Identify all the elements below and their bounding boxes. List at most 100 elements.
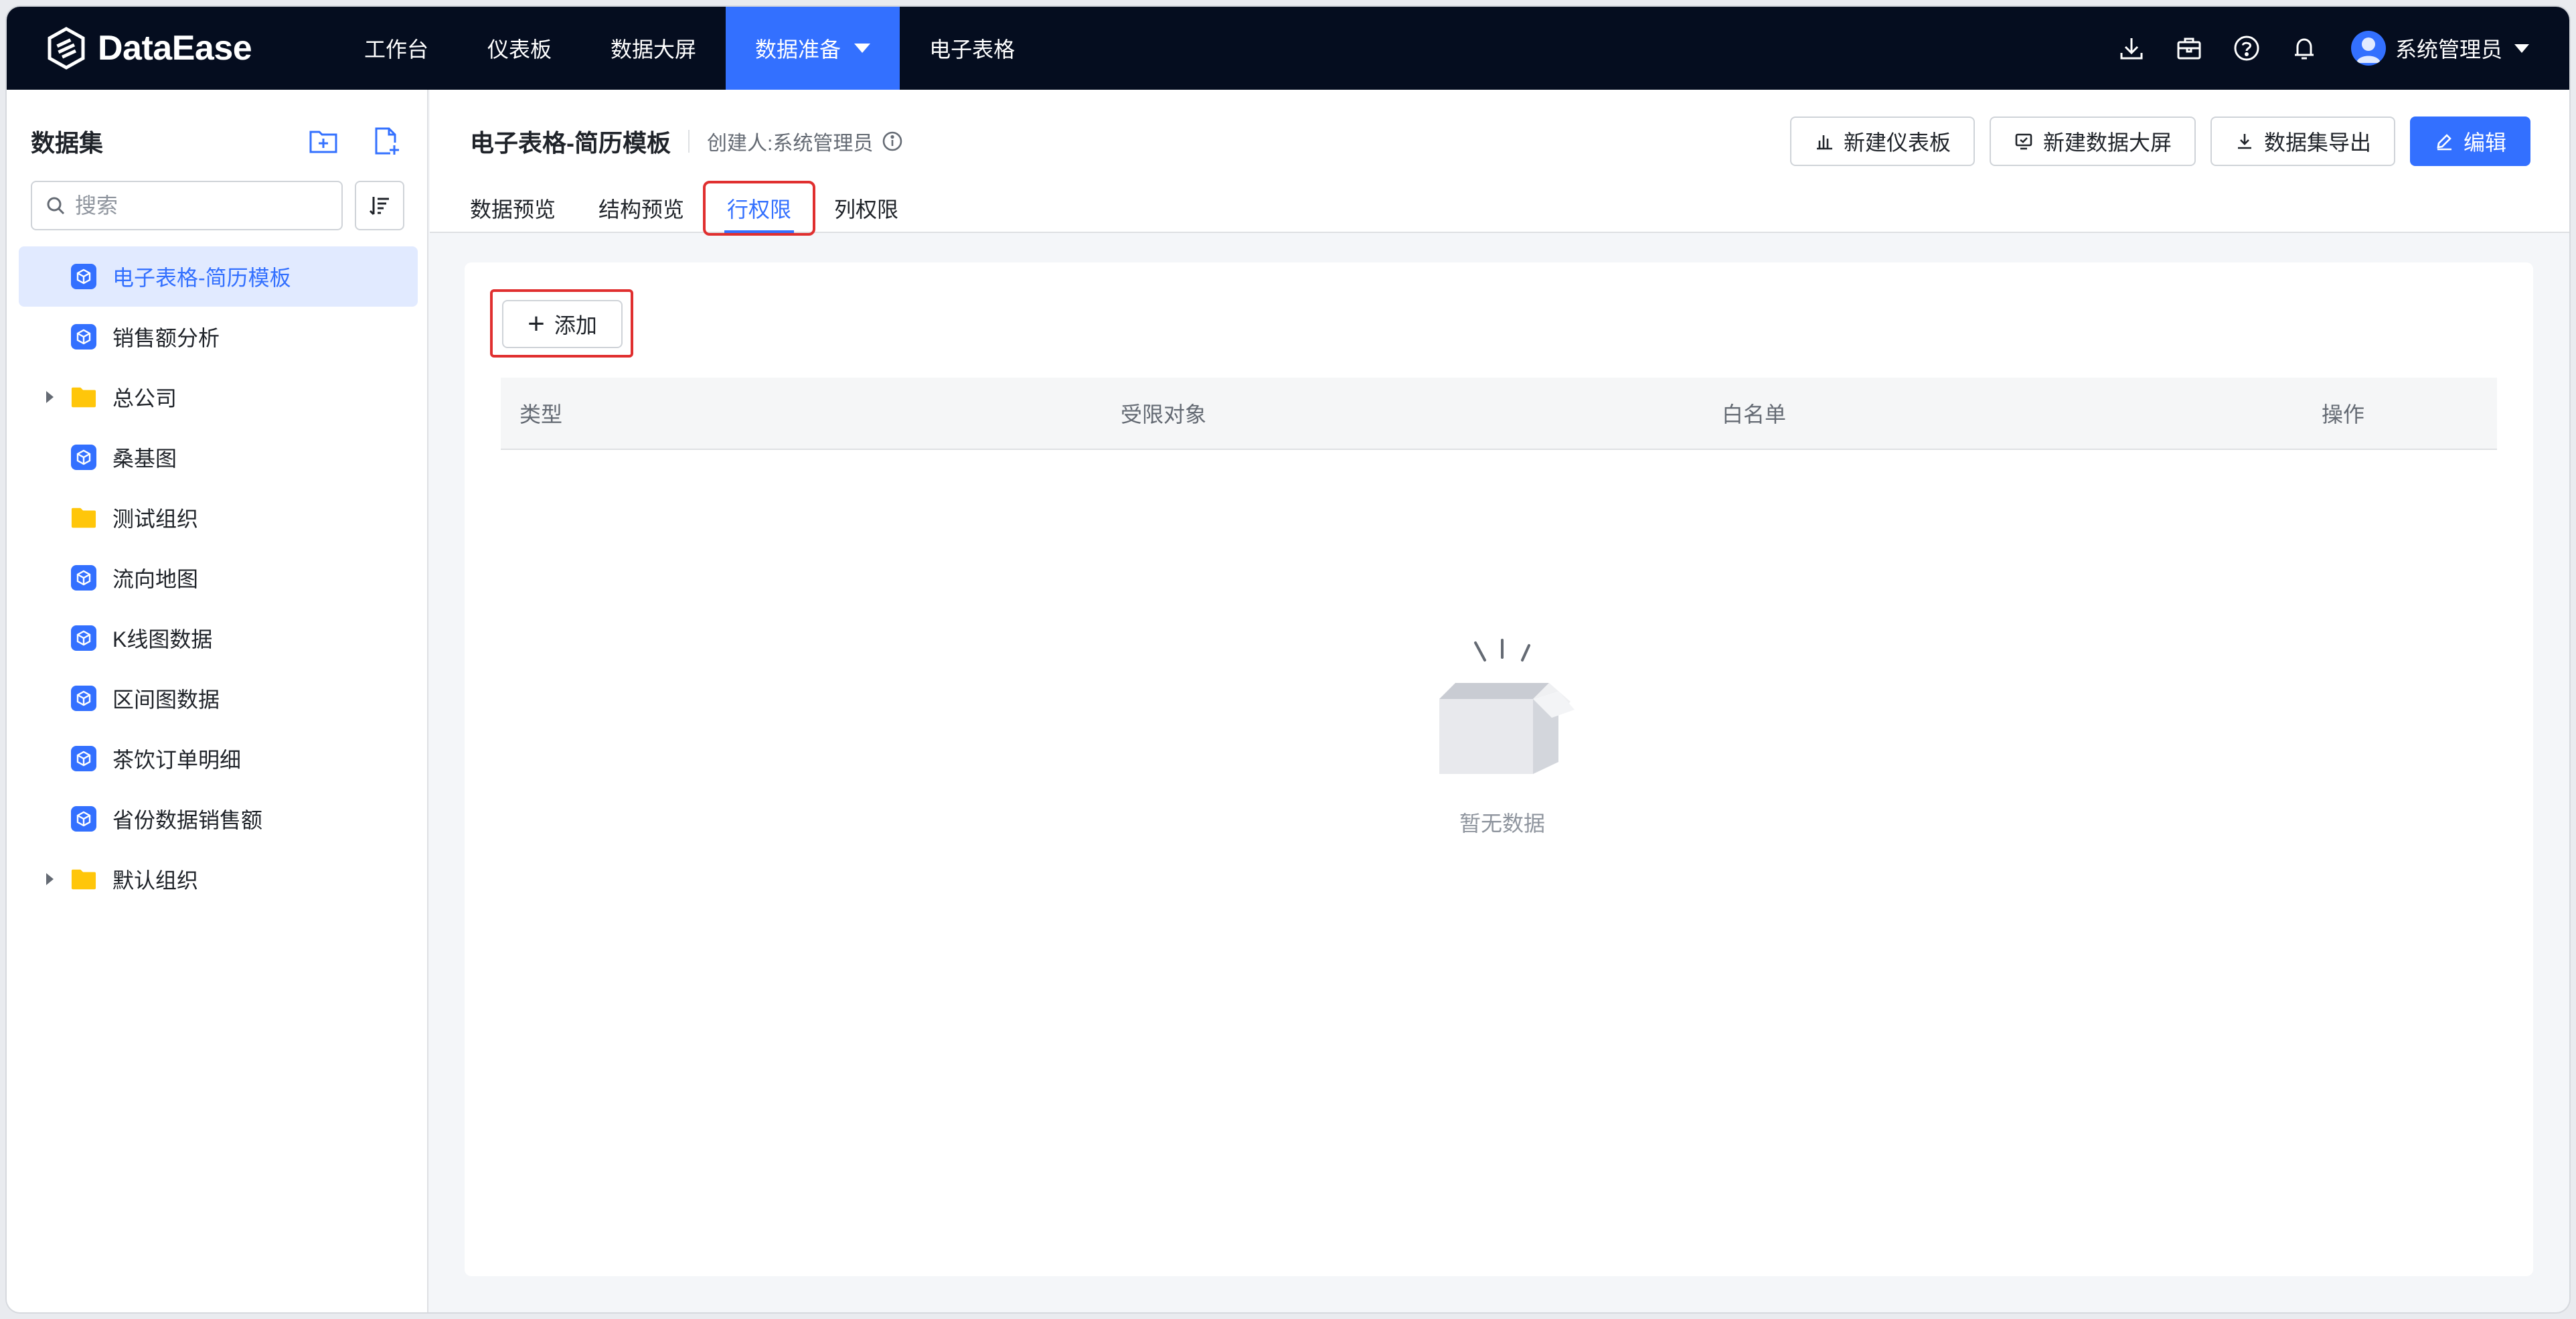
sidebar-header: 数据集 [31, 125, 403, 158]
table-header: 类型 受限对象 白名单 操作 [501, 378, 2497, 450]
tree-item-label: 销售额分析 [112, 326, 220, 350]
dataease-logo[interactable]: DataEase [44, 26, 292, 70]
tree-item-label: 省份数据销售额 [112, 808, 263, 832]
dataset-icon [71, 445, 96, 470]
sidebar-title: 数据集 [31, 129, 104, 157]
dataset-icon [71, 625, 96, 651]
sidebar-search[interactable] [31, 181, 343, 230]
sort-icon [369, 197, 389, 216]
dataset-sidebar: 数据集 搜索 电子表格-简历模板 销售额分析 总公司 桑基图 测试组织 流向地图… [7, 90, 428, 1312]
user-name: 系统管理员 [2395, 37, 2502, 62]
tree-item-flow-map[interactable]: 流向地图 [19, 548, 418, 608]
dataease-logo-icon [48, 27, 85, 70]
export-dataset-label: 数据集导出 [2263, 131, 2371, 155]
tree-item-test-org[interactable]: 测试组织 [19, 487, 418, 548]
tree-item-label: 总公司 [112, 386, 177, 410]
main-nav: 工作台 仪表板 数据大屏 数据准备 电子表格 [335, 7, 1044, 90]
download-icon[interactable] [2117, 33, 2146, 63]
edit-button[interactable]: 编辑 [2409, 117, 2530, 166]
edit-icon [2434, 131, 2454, 151]
dataset-icon [71, 746, 96, 771]
top-right-tools: 系统管理员 [2089, 7, 2529, 90]
tree-item-resume-template[interactable]: 电子表格-简历模板 [19, 246, 418, 307]
nav-workbench[interactable]: 工作台 [335, 7, 458, 90]
tree-item-sankey[interactable]: 桑基图 [19, 427, 418, 487]
search-input[interactable] [75, 193, 329, 218]
tree-item-label: 电子表格-简历模板 [112, 266, 291, 290]
row-permission-panel: + 添加 类型 受限对象 白名单 操作 暂无数据 [465, 262, 2533, 1276]
highlight-frame: + 添加 [490, 289, 633, 358]
column-header-target: 受限对象 [1121, 402, 1207, 426]
dataset-icon [71, 324, 96, 350]
new-data-screen-label: 新建数据大屏 [2042, 131, 2172, 155]
column-header-whitelist: 白名单 [1722, 402, 1787, 426]
nav-spreadsheet[interactable]: 电子表格 [900, 7, 1044, 90]
dataset-icon [71, 264, 96, 289]
edit-label: 编辑 [2463, 131, 2506, 155]
tree-item-label: 流向地图 [112, 567, 199, 591]
folder-icon [71, 505, 96, 530]
new-folder-icon[interactable] [307, 125, 340, 158]
folder-icon [71, 384, 96, 410]
divider [688, 130, 690, 153]
creator-text: 创建人:系统管理员 [707, 133, 874, 155]
bar-chart-icon [1814, 131, 1834, 151]
nav-data-screen[interactable]: 数据大屏 [581, 7, 726, 90]
tab-row-permission[interactable]: 行权限 [703, 181, 816, 236]
empty-state-text: 暂无数据 [1459, 811, 1545, 836]
screen-icon [2014, 131, 2034, 151]
tree-item-sales-analysis[interactable]: 销售额分析 [19, 307, 418, 367]
caret-right-icon[interactable] [36, 873, 63, 885]
header-actions: 新建仪表板 新建数据大屏 数据集导出 编辑 [1775, 117, 2530, 166]
top-navigation-bar: DataEase 工作台 仪表板 数据大屏 数据准备 电子表格 系统管理员 [7, 7, 2569, 90]
add-label: 添加 [554, 313, 597, 337]
tree-item-head-office[interactable]: 总公司 [19, 367, 418, 427]
sort-button[interactable] [355, 181, 404, 230]
logo-text: DataEase [98, 29, 252, 68]
avatar [2350, 31, 2386, 66]
user-menu[interactable]: 系统管理员 [2350, 31, 2529, 66]
tree-item-kline-data[interactable]: K线图数据 [19, 608, 418, 668]
nav-data-prep-label: 数据准备 [755, 37, 841, 62]
tree-item-label: K线图数据 [112, 627, 213, 651]
info-icon[interactable] [881, 130, 904, 153]
dataset-tree: 电子表格-简历模板 销售额分析 总公司 桑基图 测试组织 流向地图 K线图数据 … [19, 246, 418, 909]
folder-icon [71, 866, 96, 892]
dataset-icon [71, 565, 96, 591]
export-dataset-button[interactable]: 数据集导出 [2210, 117, 2395, 166]
tree-item-tea-orders[interactable]: 茶饮订单明细 [19, 728, 418, 789]
empty-box-icon [1439, 639, 1575, 774]
help-icon[interactable] [2232, 33, 2261, 63]
empty-state: 暂无数据 [1415, 631, 1589, 838]
new-dataset-icon[interactable] [370, 125, 403, 158]
add-button[interactable]: + 添加 [502, 300, 623, 348]
nav-data-prep[interactable]: 数据准备 [726, 7, 900, 90]
new-dashboard-label: 新建仪表板 [1843, 131, 1951, 155]
dataset-icon [71, 686, 96, 711]
tree-item-default-org[interactable]: 默认组织 [19, 849, 418, 909]
dataset-title: 电子表格-简历模板 [470, 129, 671, 157]
download-icon [2235, 131, 2255, 151]
tree-item-label: 测试组织 [112, 507, 199, 531]
chevron-down-icon [2514, 44, 2529, 53]
tree-item-label: 区间图数据 [112, 688, 220, 712]
tab-structure-preview[interactable]: 结构预览 [577, 183, 706, 233]
dataset-tabs: 数据预览 结构预览 行权限 列权限 [470, 181, 920, 236]
column-header-actions: 操作 [2322, 402, 2365, 426]
search-icon [47, 197, 65, 215]
dataset-header: 电子表格-简历模板 创建人:系统管理员 新建仪表板 新建数据大屏 数据集导出 编… [430, 90, 2569, 236]
chevron-down-icon [854, 44, 871, 53]
tree-item-range-data[interactable]: 区间图数据 [19, 668, 418, 728]
tree-item-label: 茶饮订单明细 [112, 748, 242, 772]
tab-column-permission[interactable]: 列权限 [813, 183, 920, 233]
new-dashboard-button[interactable]: 新建仪表板 [1789, 117, 1975, 166]
caret-right-icon[interactable] [36, 391, 63, 403]
tab-data-preview[interactable]: 数据预览 [470, 183, 577, 233]
tree-item-label: 桑基图 [112, 447, 177, 471]
tree-item-province-sales[interactable]: 省份数据销售额 [19, 789, 418, 849]
new-data-screen-button[interactable]: 新建数据大屏 [1989, 117, 2196, 166]
toolbox-icon[interactable] [2174, 33, 2204, 63]
nav-dashboard[interactable]: 仪表板 [458, 7, 581, 90]
bell-icon[interactable] [2289, 33, 2319, 63]
column-header-type: 类型 [519, 402, 563, 426]
